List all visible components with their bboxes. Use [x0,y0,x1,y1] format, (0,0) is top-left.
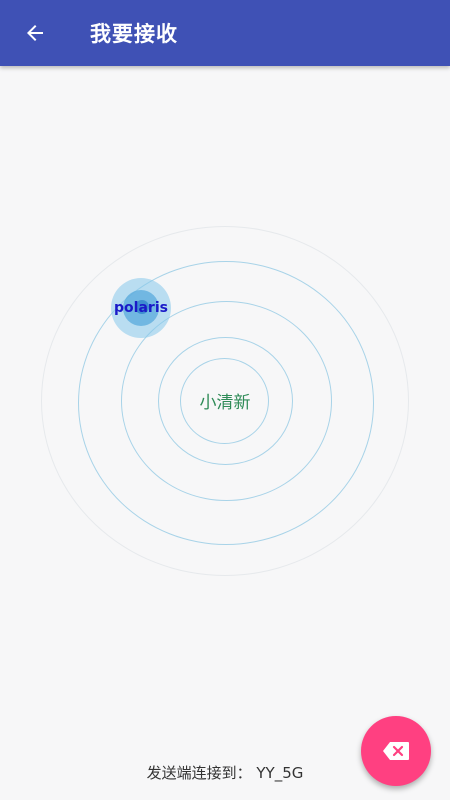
app-bar: 我要接收 [0,0,450,66]
self-device-name: 小清新 [199,393,251,413]
discovered-device[interactable]: polaris [111,278,171,338]
arrow-back-icon [27,25,43,41]
app-screen: 我要接收 小清新 polaris 发送端连接到： YY_5G [0,0,450,800]
page-title: 我要接收 [90,22,178,46]
back-button[interactable] [12,10,58,56]
backspace-button[interactable] [361,716,431,786]
device-name: polaris [114,300,168,316]
backspace-icon [383,742,409,760]
